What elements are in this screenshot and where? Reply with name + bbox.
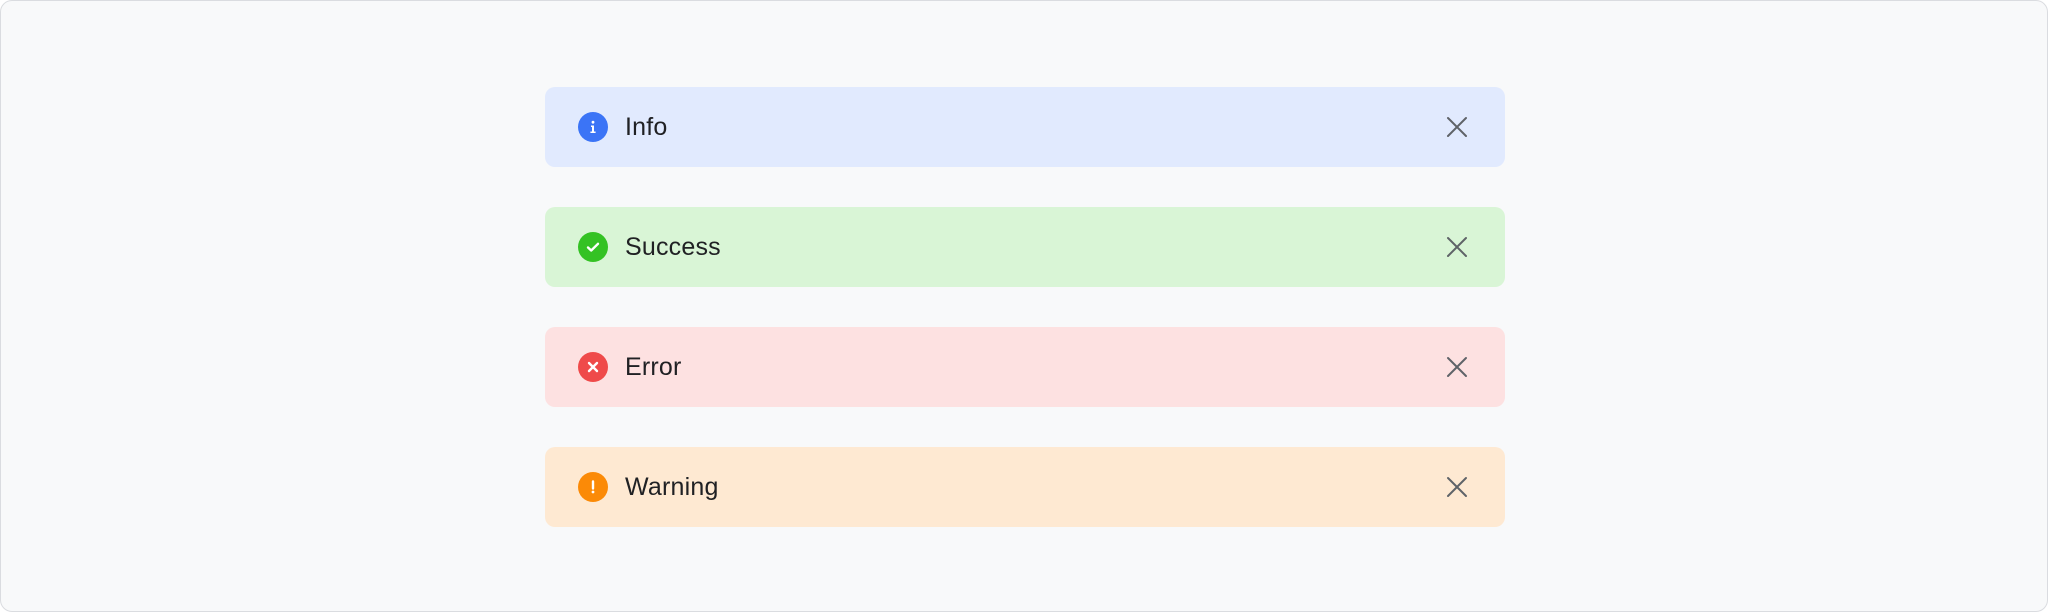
alert-success: Success [545, 207, 1505, 287]
error-x-icon [578, 352, 608, 382]
page-frame: Info Success Error Warning [0, 0, 2048, 612]
alert-label: Error [625, 353, 682, 381]
check-icon [578, 232, 608, 262]
close-icon [1447, 477, 1467, 497]
exclamation-icon [578, 472, 608, 502]
alert-list: Info Success Error Warning [545, 87, 1505, 567]
alert-label: Warning [625, 473, 719, 501]
info-icon [578, 112, 608, 142]
close-icon [1447, 357, 1467, 377]
alert-error: Error [545, 327, 1505, 407]
close-button[interactable] [1443, 113, 1471, 141]
close-button[interactable] [1443, 353, 1471, 381]
alert-label: Info [625, 113, 668, 141]
alert-warning: Warning [545, 447, 1505, 527]
alert-info: Info [545, 87, 1505, 167]
close-button[interactable] [1443, 233, 1471, 261]
close-button[interactable] [1443, 473, 1471, 501]
alert-label: Success [625, 233, 721, 261]
close-icon [1447, 237, 1467, 257]
close-icon [1447, 117, 1467, 137]
